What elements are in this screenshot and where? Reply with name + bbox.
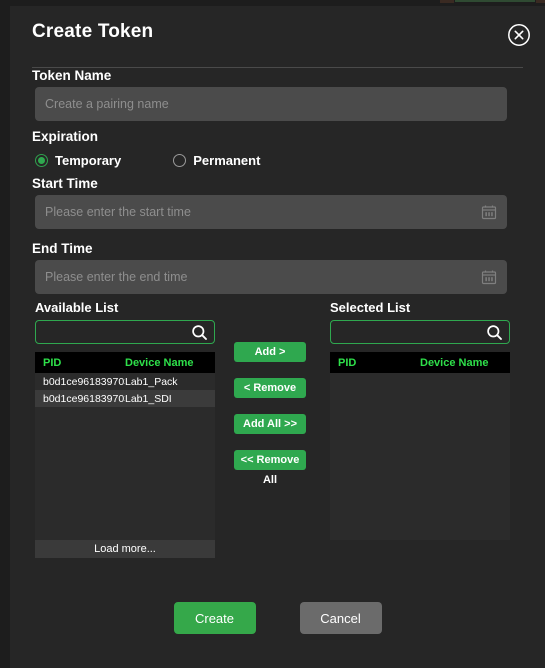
available-table: PID Device Name b0d1ce961839703. Lab1_Pa…	[35, 352, 215, 540]
transfer-lists: Available List PID Device Name b0d1ce961…	[10, 300, 545, 570]
background-strip-green	[455, 0, 535, 2]
close-icon[interactable]	[507, 23, 531, 47]
column-header-device: Device Name	[125, 356, 194, 369]
load-more-button[interactable]: Load more...	[35, 540, 215, 558]
remove-all-button[interactable]: << Remove All	[234, 450, 306, 486]
dialog-footer: Create Cancel	[10, 602, 545, 634]
radio-permanent[interactable]: Permanent	[173, 153, 260, 168]
expiration-radio-group: Temporary Permanent	[35, 153, 545, 168]
end-time-label: End Time	[32, 241, 93, 256]
cell-device: Lab1_Pack	[125, 375, 178, 388]
cell-device: Lab1_SDI	[125, 392, 172, 405]
available-list-panel: Available List PID Device Name b0d1ce961…	[35, 300, 217, 558]
selected-list-panel: Selected List PID Device Name	[330, 300, 512, 540]
add-all-button[interactable]: Add All >>	[234, 414, 306, 434]
end-time-field	[10, 260, 545, 294]
transfer-button-group: Add > < Remove Add All >> << Remove All	[234, 342, 314, 486]
token-name-label: Token Name	[32, 68, 112, 83]
column-header-device: Device Name	[420, 356, 489, 369]
column-header-pid: PID	[43, 356, 62, 369]
radio-permanent-mark	[173, 154, 187, 167]
dialog-body: Token Name Expiration Temporary Permanen…	[10, 68, 545, 570]
cancel-button[interactable]: Cancel	[299, 602, 382, 634]
table-row[interactable]: b0d1ce961839703. Lab1_Pack	[35, 373, 215, 390]
background-strip-left	[440, 0, 454, 3]
start-time-field	[10, 195, 545, 229]
radio-temporary-label: Temporary	[55, 153, 122, 168]
dialog-title: Create Token	[32, 21, 154, 42]
create-token-dialog: Create Token Token Name Expiration Tempo…	[10, 6, 545, 668]
selected-table: PID Device Name	[330, 352, 510, 540]
radio-temporary-mark	[35, 154, 48, 167]
available-search-box	[35, 320, 215, 344]
column-header-pid: PID	[338, 356, 357, 369]
available-table-header: PID Device Name	[35, 352, 215, 373]
remove-button[interactable]: < Remove	[234, 378, 306, 398]
selected-search-input[interactable]	[331, 321, 483, 343]
cell-pid: b0d1ce961839703.	[43, 375, 125, 388]
create-button[interactable]: Create	[173, 602, 256, 634]
end-time-input[interactable]	[35, 260, 507, 294]
cell-pid: b0d1ce961839703.	[43, 392, 125, 405]
token-name-input[interactable]	[35, 87, 507, 121]
start-time-label: Start Time	[32, 176, 98, 191]
add-button[interactable]: Add >	[234, 342, 306, 362]
search-icon[interactable]	[486, 324, 503, 341]
selected-search-box	[330, 320, 510, 344]
available-search-input[interactable]	[36, 321, 188, 343]
selected-list-title: Selected List	[330, 300, 411, 315]
table-row[interactable]: b0d1ce961839703. Lab1_SDI	[35, 390, 215, 407]
page-root: Create Token Token Name Expiration Tempo…	[0, 0, 545, 668]
dialog-header: Create Token	[10, 6, 545, 68]
start-time-input[interactable]	[35, 195, 507, 229]
expiration-label: Expiration	[32, 129, 99, 144]
radio-temporary[interactable]: Temporary	[35, 153, 121, 168]
available-list-title: Available List	[35, 300, 119, 315]
radio-permanent-label: Permanent	[193, 153, 261, 168]
background-strip-right	[536, 0, 545, 3]
selected-table-header: PID Device Name	[330, 352, 510, 373]
search-icon[interactable]	[191, 324, 208, 341]
